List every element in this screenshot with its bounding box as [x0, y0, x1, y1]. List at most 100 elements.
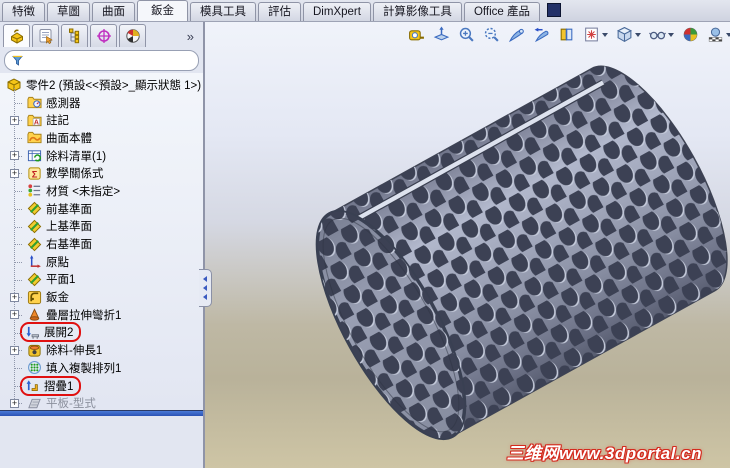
command-tab-7[interactable]: DimXpert	[303, 1, 371, 21]
expand-plus-icon[interactable]: +	[10, 310, 19, 320]
tree-item-4[interactable]: + 除料清單(1)	[0, 147, 203, 165]
zoom-to-fit-button[interactable]	[433, 26, 450, 43]
apply-scene-button[interactable]	[707, 26, 730, 43]
tree-item-label: 疊層拉伸彎折1	[46, 309, 122, 322]
plane-icon	[27, 237, 42, 252]
graphics-viewport[interactable]: 三维网www.3dportal.cn	[205, 22, 730, 468]
section-view-icon	[558, 26, 575, 43]
feature-manager-panel: » 零件2 (預設<<預設>_顯示狀態 1>) 感測器 + 註記 曲面本體 + 除料清單(…	[0, 22, 212, 468]
tree-item-10[interactable]: 原點	[0, 253, 203, 271]
expand-plus-icon[interactable]: +	[10, 398, 19, 408]
command-tab-2[interactable]: 草圖	[47, 1, 90, 21]
collapse-arrow-icon	[203, 294, 207, 300]
panel-tabs-overflow-button[interactable]: »	[181, 29, 200, 47]
view-orientation-icon	[583, 26, 600, 43]
command-tab-8[interactable]: 計算影像工具	[372, 1, 462, 21]
command-tab-1[interactable]: 特徵	[2, 1, 45, 21]
tree-filter-input[interactable]	[28, 53, 192, 68]
tree-item-12[interactable]: + 鈑金	[0, 288, 203, 306]
section-view-button[interactable]	[558, 26, 575, 43]
item-wrap: 上基準面	[24, 218, 95, 234]
command-tab-5[interactable]: 模具工具	[190, 1, 256, 21]
flat-pattern-icon	[27, 396, 42, 409]
expand-plus-icon[interactable]: +	[10, 292, 19, 302]
tree-item-label: 上基準面	[46, 221, 92, 234]
command-tab-9[interactable]: Office 產品	[463, 1, 540, 21]
command-tab-4[interactable]: 鈑金	[137, 0, 188, 21]
panel-tab-displaymanager[interactable]	[119, 24, 146, 47]
tree-item-label: 鈑金	[46, 292, 69, 305]
item-wrap: 感測器	[24, 95, 84, 111]
unfold-icon	[25, 325, 40, 340]
expand-plus-icon[interactable]: +	[10, 168, 19, 178]
tree-item-label: 原點	[46, 256, 69, 269]
tree-item-11[interactable]: 平面1	[0, 271, 203, 289]
configurationmanager-icon	[67, 28, 83, 44]
expand-plus-icon[interactable]: +	[10, 151, 19, 161]
panel-tab-configurationmanager[interactable]	[61, 24, 88, 47]
featuremanager-icon	[9, 28, 25, 44]
edit-appearance-button[interactable]	[682, 26, 699, 43]
item-wrap: 平面1	[24, 271, 78, 287]
command-tab-3[interactable]: 曲面	[92, 1, 135, 21]
view-telescope-arrow-button[interactable]	[533, 26, 550, 43]
item-wrap: 右基準面	[24, 236, 95, 252]
panel-tab-propertymanager[interactable]	[32, 24, 59, 47]
tree-item-label: 平板-型式	[46, 398, 96, 409]
watermark: 三维网www.3dportal.cn	[506, 444, 702, 463]
measure-button[interactable]	[408, 26, 425, 43]
zoom-previous-icon	[483, 26, 500, 43]
tree-item-5[interactable]: + 數學關係式	[0, 164, 203, 182]
model-perforated-cylinder[interactable]	[205, 22, 730, 468]
view-telescope-button[interactable]	[508, 26, 525, 43]
zoom-to-area-button[interactable]	[458, 26, 475, 43]
feature-tree: 零件2 (預設<<預設>_顯示狀態 1>) 感測器 + 註記 曲面本體 + 除料清單(1)…	[0, 73, 203, 409]
dropdown-caret-icon[interactable]	[635, 32, 641, 37]
item-wrap: 註記	[24, 112, 72, 128]
view-orientation-button[interactable]	[583, 26, 608, 43]
display-style-icon	[616, 26, 633, 43]
command-tab-6[interactable]: 評估	[258, 1, 301, 21]
hide-show-items-button[interactable]	[649, 26, 674, 43]
fill-pattern-icon	[27, 360, 42, 375]
tree-item-3[interactable]: 曲面本體	[0, 129, 203, 147]
item-wrap: 疊層拉伸彎折1	[24, 307, 124, 323]
origin-icon	[27, 254, 42, 269]
tree-item-1[interactable]: 感測器	[0, 94, 203, 112]
tree-item-17[interactable]: 摺疊1	[0, 375, 203, 396]
tree-item-9[interactable]: 右基準面	[0, 235, 203, 253]
plane-icon	[27, 201, 42, 216]
surface-bodies-icon	[27, 130, 42, 145]
item-wrap: 除料清單(1)	[24, 148, 109, 164]
annotations-icon	[27, 113, 42, 128]
tree-item-label: 前基準面	[46, 203, 92, 216]
tree-item-2[interactable]: + 註記	[0, 111, 203, 129]
tree-item-16[interactable]: 填入複製排列1	[0, 359, 203, 377]
panel-bottom-pane	[0, 416, 203, 468]
sheet-metal-icon	[27, 290, 42, 305]
tree-item-14[interactable]: 展開2	[0, 322, 203, 343]
expand-plus-icon[interactable]: +	[10, 115, 19, 125]
panel-collapse-handle[interactable]	[199, 269, 212, 307]
item-wrap: 數學關係式	[24, 165, 107, 181]
dropdown-caret-icon[interactable]	[726, 32, 730, 37]
item-wrap: 材質 <未指定>	[24, 183, 123, 199]
tree-item-7[interactable]: 前基準面	[0, 200, 203, 218]
tree-item-6[interactable]: 材質 <未指定>	[0, 182, 203, 200]
document-badge[interactable]	[546, 3, 561, 17]
expand-plus-icon[interactable]: +	[10, 345, 19, 355]
tree-item-15[interactable]: + 除料-伸長1	[0, 341, 203, 359]
tree-root-item[interactable]: 零件2 (預設<<預設>_顯示狀態 1>)	[0, 76, 203, 94]
tree-item-13[interactable]: + 疊層拉伸彎折1	[0, 306, 203, 324]
display-style-button[interactable]	[616, 26, 641, 43]
item-wrap: 填入複製排列1	[24, 360, 124, 376]
zoom-previous-button[interactable]	[483, 26, 500, 43]
panel-tab-dimxpertmanager[interactable]	[90, 24, 117, 47]
tree-item-8[interactable]: 上基準面	[0, 218, 203, 236]
tree-item-18[interactable]: + 平板-型式	[0, 394, 203, 409]
dropdown-caret-icon[interactable]	[668, 32, 674, 37]
filter-bar[interactable]	[4, 50, 199, 71]
panel-tab-featuremanager[interactable]	[3, 24, 30, 47]
tree-item-label: 摺疊1	[44, 380, 74, 393]
dropdown-caret-icon[interactable]	[602, 32, 608, 37]
